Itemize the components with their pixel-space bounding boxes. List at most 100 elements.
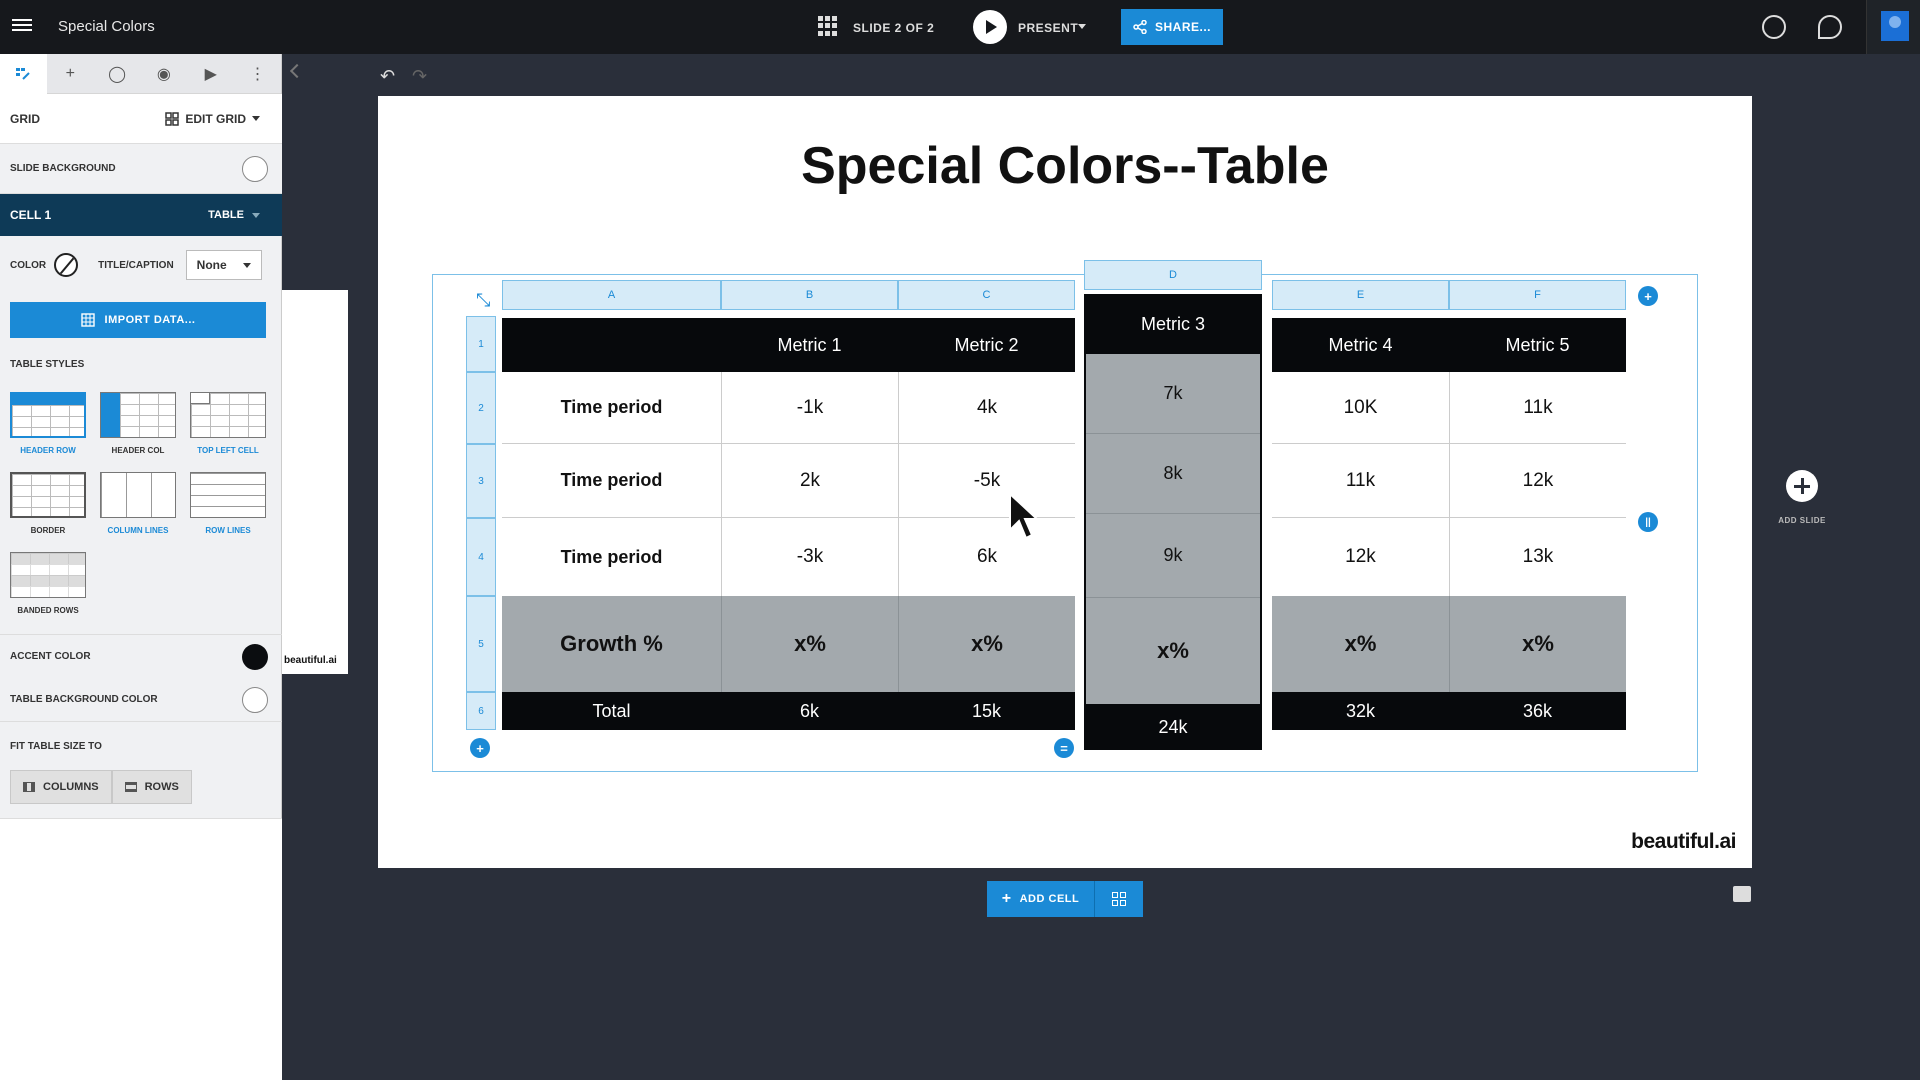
table-cell-growth[interactable]: x%	[1449, 596, 1626, 692]
chevron-down-icon[interactable]	[1078, 24, 1086, 29]
accent-color-swatch[interactable]	[242, 643, 268, 670]
table-cell-total[interactable]: 15k	[898, 692, 1075, 730]
table-cell[interactable]: 13k	[1449, 518, 1626, 596]
row-header-3[interactable]: 3	[466, 444, 496, 518]
row-header-2[interactable]: 2	[466, 372, 496, 444]
style-column-lines[interactable]: COLUMN LINES	[100, 472, 176, 535]
table-header-cell[interactable]: Metric 4	[1272, 318, 1449, 372]
drag-handle-icon[interactable]: =	[1054, 738, 1074, 758]
style-top-left-cell[interactable]: TOP LEFT CELL	[190, 392, 266, 455]
mouse-cursor-icon	[1009, 492, 1040, 540]
table-cell-growth[interactable]: x%	[1272, 596, 1449, 692]
table-header-cell[interactable]	[502, 318, 721, 372]
chevron-down-icon	[242, 262, 251, 268]
column-header-d[interactable]: D	[1084, 260, 1262, 290]
fit-rows-button[interactable]: ROWS	[111, 770, 192, 804]
slide-counter[interactable]: SLIDE 2 OF 2	[853, 21, 934, 35]
table-cell[interactable]: 11k	[1449, 372, 1626, 444]
fit-columns-button[interactable]: COLUMNS	[10, 770, 112, 804]
table-header-cell[interactable]: Metric 1	[721, 318, 898, 372]
cell-type-dropdown[interactable]: TABLE	[208, 209, 260, 221]
slide-title[interactable]: Special Colors--Table	[378, 136, 1752, 196]
table-cell[interactable]: 12k	[1449, 444, 1626, 518]
row-header-5[interactable]: 5	[466, 596, 496, 692]
user-profile-icon[interactable]	[1762, 15, 1786, 39]
palette-icon: ◉	[156, 66, 171, 83]
tab-animate[interactable]: ▶	[187, 54, 234, 94]
style-row-lines[interactable]: ROW LINES	[190, 472, 266, 535]
table-cell[interactable]: 10K	[1272, 372, 1449, 444]
column-header-f[interactable]: F	[1449, 280, 1626, 310]
table-cell[interactable]: -3k	[721, 518, 898, 596]
expand-icon[interactable]: ⤡	[476, 290, 490, 311]
layout-icon	[16, 68, 31, 80]
table-cell-total[interactable]: Total	[502, 692, 721, 730]
table-cell[interactable]: -1k	[721, 372, 898, 444]
table-cell[interactable]: 6k	[898, 518, 1075, 596]
add-cell-button[interactable]: + ADD CELL	[987, 881, 1095, 917]
cell-color-swatch[interactable]	[54, 253, 79, 277]
tab-theme[interactable]: ◉	[140, 54, 187, 94]
table-cell[interactable]: 2k	[721, 444, 898, 518]
table-cell[interactable]: 4k	[898, 372, 1075, 444]
table-cell-total[interactable]: 32k	[1272, 692, 1449, 730]
column-header-c[interactable]: C	[898, 280, 1075, 310]
column-header-b[interactable]: B	[721, 280, 898, 310]
table-cell[interactable]: 12k	[1272, 518, 1449, 596]
notes-icon[interactable]	[1733, 886, 1751, 902]
table-header-cell[interactable]: Metric 5	[1449, 318, 1626, 372]
grid-layout-button[interactable]	[1095, 892, 1143, 906]
style-border[interactable]: BORDER	[10, 472, 86, 535]
slide-background-swatch[interactable]	[242, 155, 268, 182]
chevron-left-icon[interactable]	[289, 63, 305, 79]
color-label: COLOR	[10, 259, 47, 271]
table-header-cell[interactable]: Metric 2	[898, 318, 1075, 372]
style-header-col[interactable]: HEADER COL	[100, 392, 176, 455]
table-cell[interactable]: Time period	[502, 372, 721, 444]
resize-handle-icon[interactable]: ||	[1638, 512, 1658, 532]
present-button[interactable]: PRESENT	[1018, 21, 1078, 35]
table-cell[interactable]: Time period	[502, 518, 721, 596]
table-cell-growth[interactable]: x%	[721, 596, 898, 692]
avatar[interactable]	[1866, 0, 1920, 54]
edit-grid-label: EDIT GRID	[185, 111, 246, 126]
style-label: HEADER ROW	[20, 446, 76, 455]
column-header-a[interactable]: A	[502, 280, 721, 310]
share-button[interactable]: SHARE...	[1121, 9, 1223, 45]
banded-rows-thumbnail	[10, 552, 86, 598]
table-cell-total[interactable]: 6k	[721, 692, 898, 730]
title-caption-select[interactable]: None	[185, 250, 262, 280]
table-cell[interactable]: 11k	[1272, 444, 1449, 518]
table-cell-growth[interactable]: Growth %	[502, 596, 721, 692]
tab-layout[interactable]	[0, 54, 47, 94]
presentation-title[interactable]: Special Colors	[58, 18, 155, 35]
menu-icon[interactable]	[12, 16, 32, 36]
table-cell-growth[interactable]: x%	[898, 596, 1075, 692]
slide-thumbnail[interactable]: beautiful.ai	[282, 290, 348, 674]
table-cell-total[interactable]: 36k	[1449, 692, 1626, 730]
add-row-button[interactable]: +	[470, 738, 490, 758]
play-icon[interactable]	[973, 10, 1007, 44]
column-header-e[interactable]: E	[1272, 280, 1449, 310]
undo-icon[interactable]: ↶	[380, 66, 395, 87]
redo-icon[interactable]: ↷	[412, 66, 427, 87]
edit-grid-button[interactable]: EDIT GRID	[165, 112, 260, 126]
import-data-button[interactable]: IMPORT DATA...	[10, 302, 266, 338]
tab-add[interactable]: +	[47, 54, 94, 94]
slide-canvas[interactable]: Special Colors--Table ⤡ A B C D E F 1 2 …	[378, 96, 1752, 868]
row-header-6[interactable]: 6	[466, 692, 496, 730]
tab-more[interactable]: ⋮	[234, 54, 281, 94]
table-background-swatch[interactable]	[242, 686, 268, 713]
add-column-button[interactable]: +	[1638, 286, 1658, 306]
style-header-row[interactable]: HEADER ROW	[10, 392, 86, 455]
style-banded-rows[interactable]: BANDED ROWS	[10, 552, 86, 615]
table-cell[interactable]: Time period	[502, 444, 721, 518]
table-cell[interactable]: -5k	[898, 444, 1075, 518]
add-slide-button[interactable]	[1786, 470, 1818, 502]
comments-icon[interactable]	[1818, 15, 1842, 39]
tab-ideas[interactable]: ◯	[94, 54, 141, 94]
slide-grid-icon[interactable]	[818, 16, 838, 36]
row-header-1[interactable]: 1	[466, 316, 496, 372]
row-header-4[interactable]: 4	[466, 518, 496, 596]
accent-color-label: ACCENT COLOR	[10, 651, 91, 662]
